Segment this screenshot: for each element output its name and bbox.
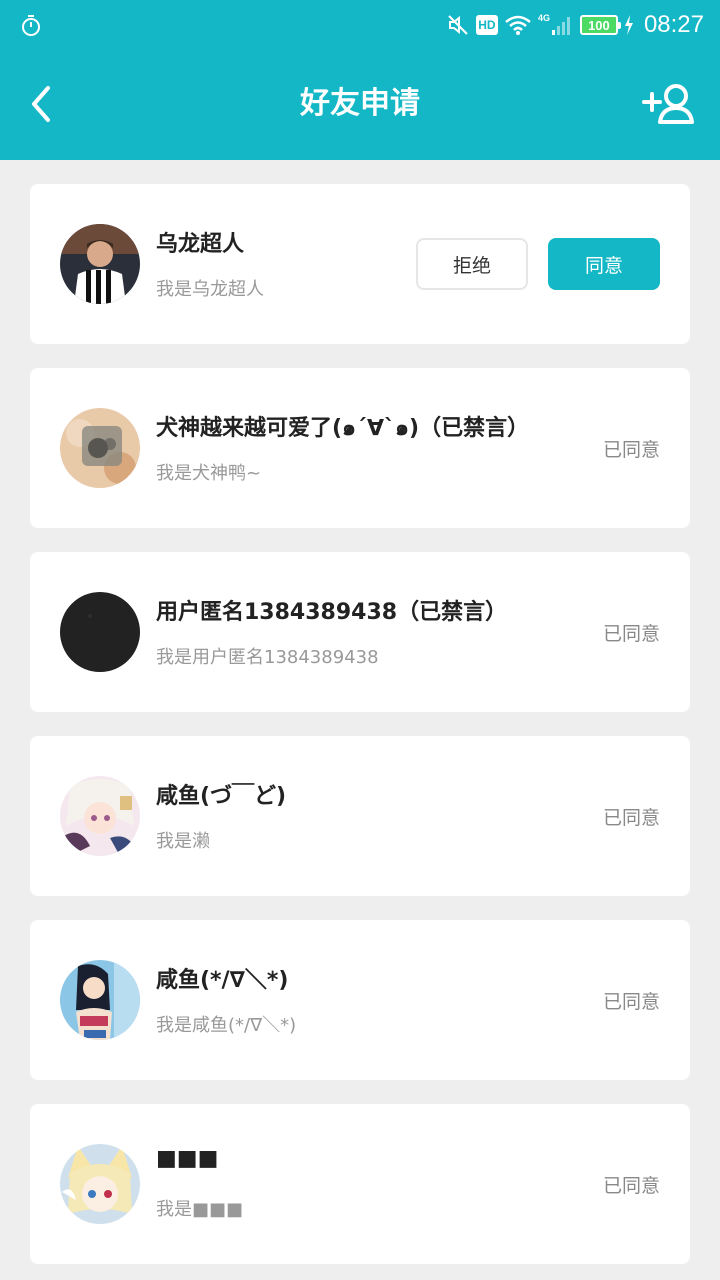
- app-header: HD 4G 100 08:27 好友申请: [0, 0, 720, 160]
- friend-request-card[interactable]: ■■■ 我是■■■ 已同意: [30, 1104, 690, 1264]
- friend-request-card[interactable]: 乌龙超人 我是乌龙超人 拒绝 同意: [30, 184, 690, 344]
- mute-icon: [448, 15, 468, 35]
- requester-name: 咸鱼(*/∇＼*): [156, 968, 289, 993]
- avatar[interactable]: [60, 960, 140, 1040]
- friend-request-list: 乌龙超人 我是乌龙超人 拒绝 同意 犬神越来越可爱了(๑´∀`๑)（已禁言） 我…: [30, 184, 690, 1280]
- timer-icon: [22, 15, 40, 36]
- battery-level: 100: [588, 17, 610, 33]
- avatar[interactable]: [60, 408, 140, 488]
- page-title: 好友申请: [300, 86, 420, 121]
- status-time: 08:27: [643, 11, 704, 38]
- status-badge: 已同意: [602, 807, 660, 829]
- status-badge: 已同意: [602, 1175, 660, 1197]
- request-message: 我是咸鱼(*/∇＼*): [156, 1015, 297, 1036]
- status-badge: 已同意: [602, 991, 660, 1013]
- status-bar: HD 4G 100 08:27: [0, 0, 720, 50]
- status-badge: 已同意: [602, 623, 660, 645]
- requester-name: 乌龙超人: [156, 232, 245, 257]
- wifi-icon: [505, 15, 531, 35]
- request-message: 我是犬神鸭~: [156, 463, 262, 484]
- requester-name: 咸鱼(づ￣ど): [156, 784, 287, 809]
- battery-icon: 100: [579, 15, 621, 35]
- avatar[interactable]: [60, 1144, 140, 1224]
- request-message: 我是濑: [156, 831, 210, 852]
- requester-name: 用户匿名1384389438（已禁言）: [156, 600, 508, 625]
- avatar[interactable]: [60, 224, 140, 304]
- request-message: 我是■■■: [156, 1199, 244, 1220]
- signal-icon: 4G: [538, 13, 574, 37]
- charging-icon: [624, 15, 633, 35]
- reject-button[interactable]: 拒绝: [416, 238, 528, 290]
- friend-request-card[interactable]: 咸鱼(づ￣ど) 我是濑 已同意: [30, 736, 690, 896]
- add-friend-icon[interactable]: [642, 82, 694, 126]
- request-message: 我是用户匿名1384389438: [156, 647, 379, 668]
- request-message: 我是乌龙超人: [156, 279, 264, 300]
- avatar[interactable]: [60, 776, 140, 856]
- nav-bar: 好友申请: [0, 50, 720, 160]
- friend-request-card[interactable]: 用户匿名1384389438（已禁言） 我是用户匿名1384389438 已同意: [30, 552, 690, 712]
- hd-icon: HD: [475, 15, 498, 35]
- friend-request-card[interactable]: 犬神越来越可爱了(๑´∀`๑)（已禁言） 我是犬神鸭~ 已同意: [30, 368, 690, 528]
- agree-button[interactable]: 同意: [548, 238, 660, 290]
- avatar[interactable]: [60, 592, 140, 672]
- requester-name: 犬神越来越可爱了(๑´∀`๑)（已禁言）: [156, 416, 530, 441]
- status-badge: 已同意: [602, 439, 660, 461]
- requester-name: ■■■: [156, 1146, 219, 1171]
- friend-request-card[interactable]: 咸鱼(*/∇＼*) 我是咸鱼(*/∇＼*) 已同意: [30, 920, 690, 1080]
